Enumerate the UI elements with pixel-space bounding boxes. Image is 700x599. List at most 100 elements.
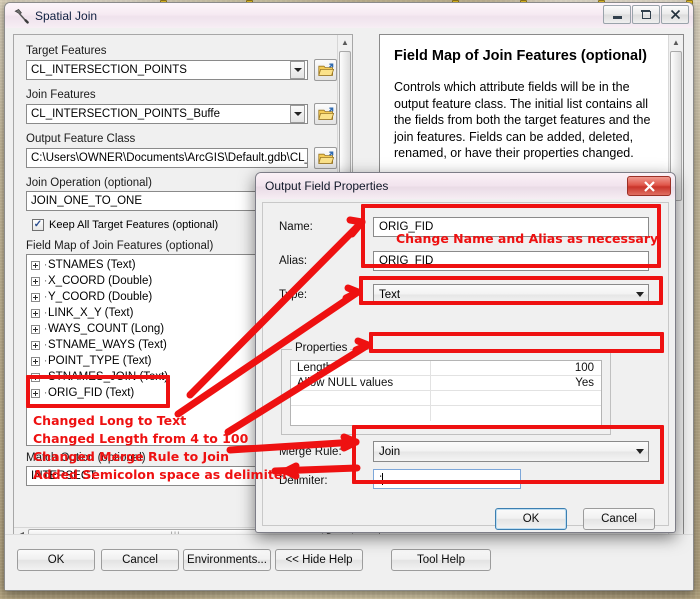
minimize-button[interactable]	[603, 5, 631, 24]
expand-plus-icon[interactable]	[31, 308, 40, 318]
output-field-properties-dialog: Output Field Properties Name: ORIG_FID A…	[255, 172, 676, 533]
join-features-combo[interactable]: CL_INTERSECTION_POINTS_Buffe	[26, 104, 308, 124]
properties-table[interactable]: Length 100 Allow NULL values Yes	[290, 360, 602, 426]
target-features-value: CL_INTERSECTION_POINTS	[31, 64, 187, 76]
expand-plus-icon[interactable]	[31, 356, 40, 366]
list-item-label: STNAMES_JOIN (Text)	[48, 371, 169, 383]
help-title: Field Map of Join Features (optional)	[394, 48, 647, 64]
expand-plus-icon[interactable]	[31, 324, 40, 334]
field-alias-input[interactable]: ORIG_FID	[373, 251, 649, 271]
annotation-name-alias-note: Change Name and Alias as necessary	[396, 231, 659, 246]
list-item-label: WAYS_COUNT (Long)	[48, 323, 165, 335]
list-item-label: Y_COORD (Double)	[48, 291, 153, 303]
expand-plus-icon[interactable]	[31, 292, 40, 302]
close-button[interactable]	[661, 5, 689, 24]
output-feature-class-input[interactable]: C:\Users\OWNER\Documents\ArcGIS\Default.…	[26, 148, 308, 168]
property-key	[291, 391, 431, 405]
help-body: Controls which attribute fields will be …	[394, 80, 651, 161]
scroll-up-icon[interactable]: ▲	[669, 35, 683, 50]
join-features-value: CL_INTERSECTION_POINTS_Buffe	[31, 108, 220, 120]
join-features-label: Join Features	[26, 89, 96, 101]
expand-plus-icon[interactable]	[31, 276, 40, 286]
cancel-button[interactable]: Cancel	[101, 549, 179, 571]
list-item-label: X_COORD (Double)	[48, 275, 153, 287]
check-icon: ✓	[33, 219, 43, 230]
chevron-down-icon[interactable]	[290, 61, 305, 79]
list-item-label: STNAMES (Text)	[48, 259, 136, 271]
window-controls	[603, 5, 689, 24]
tool-help-button[interactable]: Tool Help	[391, 549, 491, 571]
restore-button[interactable]	[632, 5, 660, 24]
environments-button[interactable]: Environments...	[183, 549, 271, 571]
join-operation-value: JOIN_ONE_TO_ONE	[31, 195, 142, 207]
list-item-label: POINT_TYPE (Text)	[48, 355, 152, 367]
window-title: Spatial Join	[35, 8, 98, 23]
keep-all-target-features-checkbox[interactable]: ✓	[32, 219, 44, 231]
hammer-icon	[14, 8, 29, 24]
merge-rule-combo[interactable]: Join	[373, 441, 649, 462]
list-item-label: STNAME_WAYS (Text)	[48, 339, 167, 351]
annotation-note-2: Changed Length from 4 to 100	[33, 431, 249, 446]
annotation-note-1: Changed Long to Text	[33, 413, 187, 428]
annotation-note-3: Changed Merge Rule to Join	[33, 449, 229, 464]
field-type-combo[interactable]: Text	[373, 284, 649, 305]
folder-open-icon	[317, 151, 334, 164]
dialog-cancel-button[interactable]: Cancel	[583, 508, 655, 530]
target-features-combo[interactable]: CL_INTERSECTION_POINTS	[26, 60, 308, 80]
field-type-value: Text	[379, 288, 401, 301]
property-key	[291, 406, 431, 421]
field-type-label: Type:	[279, 289, 308, 301]
hide-help-button[interactable]: << Hide Help	[275, 549, 363, 571]
scroll-up-icon[interactable]: ▲	[338, 35, 352, 50]
annotation-note-4: Added Semicolon space as delimiter	[33, 467, 289, 482]
output-feature-class-value: C:\Users\OWNER\Documents\ArcGIS\Default.…	[31, 152, 308, 164]
output-feature-class-browse-button[interactable]	[314, 147, 337, 169]
field-name-label: Name:	[279, 221, 313, 233]
dialog-title: Output Field Properties	[265, 179, 389, 193]
join-features-browse-button[interactable]	[314, 103, 337, 125]
table-row[interactable]	[291, 391, 601, 406]
field-alias-label: Alias:	[279, 255, 308, 267]
property-value[interactable]	[431, 391, 601, 405]
expand-plus-icon[interactable]	[31, 388, 40, 398]
expand-plus-icon[interactable]	[31, 372, 40, 382]
keep-all-target-features-label: Keep All Target Features (optional)	[49, 219, 219, 231]
dialog-body: Name: ORIG_FID Alias: ORIG_FID Type: Tex…	[262, 202, 669, 530]
close-icon	[643, 180, 655, 192]
list-item-label: LINK_X_Y (Text)	[48, 307, 134, 319]
property-value[interactable]: 100	[431, 361, 601, 375]
dialog-ok-button[interactable]: OK	[495, 508, 567, 530]
target-features-browse-button[interactable]	[314, 59, 337, 81]
property-value[interactable]	[431, 406, 601, 421]
chevron-down-icon[interactable]	[636, 449, 644, 454]
ok-button[interactable]: OK	[17, 549, 95, 571]
folder-open-icon	[317, 107, 334, 120]
output-feature-class-row: C:\Users\OWNER\Documents\ArcGIS\Default.…	[26, 147, 337, 169]
list-item-label: ORIG_FID (Text)	[48, 387, 135, 399]
window-titlebar[interactable]: Spatial Join	[5, 3, 693, 28]
target-features-row: CL_INTERSECTION_POINTS	[26, 59, 337, 81]
merge-rule-value: Join	[379, 445, 401, 458]
table-row[interactable]: Length 100	[291, 361, 601, 376]
expand-plus-icon[interactable]	[31, 260, 40, 270]
properties-legend: Properties	[292, 342, 351, 354]
output-feature-class-label: Output Feature Class	[26, 133, 136, 145]
merge-rule-label: Merge Rule:	[279, 446, 342, 458]
target-features-label: Target Features	[26, 45, 107, 57]
chevron-down-icon[interactable]	[290, 105, 305, 123]
table-row[interactable]: Allow NULL values Yes	[291, 376, 601, 391]
property-value[interactable]: Yes	[431, 376, 601, 390]
expand-plus-icon[interactable]	[31, 340, 40, 350]
delimiter-input[interactable]: ;	[373, 469, 521, 489]
table-row[interactable]	[291, 406, 601, 421]
field-alias-value: ORIG_FID	[379, 255, 434, 267]
help-content: Field Map of Join Features (optional) Co…	[380, 35, 683, 162]
dialog-button-bar: OK Cancel Environments... << Hide Help T…	[5, 534, 693, 590]
dialog-titlebar[interactable]: Output Field Properties	[256, 173, 675, 199]
chevron-down-icon[interactable]	[636, 292, 644, 297]
properties-group: Properties Length 100 Allow NULL values …	[281, 342, 611, 435]
property-key: Length	[291, 361, 431, 375]
join-features-row: CL_INTERSECTION_POINTS_Buffe	[26, 103, 337, 125]
property-key: Allow NULL values	[291, 376, 431, 390]
dialog-close-button[interactable]	[627, 176, 671, 196]
